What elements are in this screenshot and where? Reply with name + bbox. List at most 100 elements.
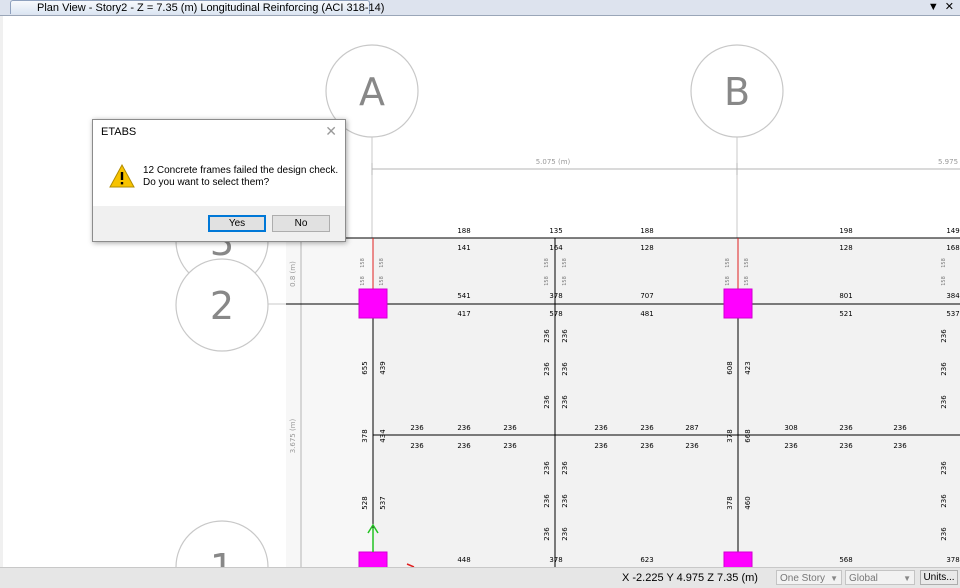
rebar-label: 236 (457, 424, 471, 432)
column[interactable] (358, 551, 388, 567)
rebar-label: 528 (361, 496, 369, 509)
svg-text:A: A (359, 70, 385, 114)
rebar-label: 578 (549, 310, 562, 318)
dimension-label: 0.8 (m) (289, 261, 297, 287)
chevron-down-icon: ▼ (903, 574, 911, 583)
rebar-label: 384 (946, 292, 960, 300)
units-button[interactable]: Units... (920, 570, 958, 585)
rebar-label: 135 (549, 227, 562, 235)
rebar-label: 236 (543, 527, 551, 541)
etabs-dialog: ETABS ✕ 12 Concrete frames failed the de… (92, 119, 346, 242)
rebar-label: 801 (839, 292, 852, 300)
rebar-label: 236 (410, 424, 424, 432)
rebar-label: 164 (549, 244, 563, 252)
rebar-label: 236 (410, 442, 424, 450)
close-icon[interactable]: ✕ (945, 1, 954, 13)
plan-drawing: A B 3 2 1 5.075 (m) (175, 44, 960, 567)
rebar-label: 158 (562, 276, 568, 286)
rebar-label: 236 (561, 329, 569, 343)
rebar-label: 434 (379, 429, 387, 443)
rebar-label: 158 (725, 276, 731, 286)
rebar-label: 448 (457, 556, 470, 564)
rebar-label: 236 (893, 442, 907, 450)
rebar-label: 236 (839, 424, 853, 432)
rebar-label: 236 (685, 442, 699, 450)
rebar-label: 236 (561, 527, 569, 541)
column[interactable] (723, 551, 753, 567)
rebar-label: 128 (839, 244, 852, 252)
dimension-label: 3.675 (m) (289, 418, 297, 453)
rebar-label: 236 (640, 424, 654, 432)
rebar-label: 236 (561, 461, 569, 475)
dialog-message: 12 Concrete frames failed the design che… (143, 165, 338, 189)
rebar-label: 460 (744, 496, 752, 509)
rebar-label: 378 (549, 556, 562, 564)
coord-system-value: Global (849, 573, 878, 584)
rebar-label: 521 (839, 310, 852, 318)
grid-bubble-2: 2 (175, 258, 269, 352)
rebar-label: 236 (784, 442, 798, 450)
cursor-coordinates: X -2.225 Y 4.975 Z 7.35 (m) (622, 572, 758, 584)
rebar-label: 158 (360, 276, 366, 286)
dialog-title: ETABS (101, 126, 137, 138)
rebar-label: 236 (640, 442, 654, 450)
story-select-value: One Story (780, 573, 826, 584)
rebar-label: 608 (726, 361, 734, 374)
triangle-down-icon[interactable]: ▼ (928, 1, 939, 13)
close-icon[interactable]: ✕ (325, 123, 337, 140)
rebar-label: 128 (640, 244, 653, 252)
dimension-label: 5.075 (m) (536, 158, 571, 166)
rebar-label: 198 (839, 227, 852, 235)
dimension-label: 5.975 (938, 158, 958, 166)
rebar-label: 236 (543, 494, 551, 508)
rebar-label: 236 (503, 442, 517, 450)
rebar-label: 541 (457, 292, 470, 300)
rebar-label: 188 (640, 227, 653, 235)
rebar-label: 378 (946, 556, 959, 564)
status-bar: X -2.225 Y 4.975 Z 7.35 (m) One Story ▼ G… (0, 567, 960, 588)
no-button[interactable]: No (272, 215, 330, 232)
rebar-label: 655 (361, 361, 369, 374)
window-titlebar: Plan View - Story2 - Z = 7.35 (m) Longit… (0, 0, 960, 16)
rebar-label: 158 (544, 258, 550, 268)
rebar-label: 378 (726, 496, 734, 509)
rebar-label: 158 (744, 258, 750, 268)
rebar-label: 158 (941, 276, 947, 286)
rebar-label: 236 (543, 329, 551, 343)
column[interactable] (723, 288, 753, 319)
rebar-label: 481 (640, 310, 653, 318)
rebar-label: 308 (784, 424, 797, 432)
grid-bubble-B: B (690, 44, 784, 138)
rebar-label: 236 (893, 424, 907, 432)
rebar-label: 439 (379, 361, 387, 374)
rebar-label: 378 (361, 429, 369, 442)
rebar-label: 236 (940, 527, 948, 541)
slab-panel (286, 238, 373, 567)
rebar-label: 236 (940, 494, 948, 508)
rebar-label: 236 (543, 461, 551, 475)
rebar-label: 236 (940, 461, 948, 475)
dialog-message-line: 12 Concrete frames failed the design che… (143, 165, 339, 176)
coord-system-select[interactable]: Global ▼ (845, 570, 915, 585)
rebar-label: 141 (457, 244, 470, 252)
rebar-label: 236 (561, 494, 569, 508)
rebar-label: 236 (503, 424, 517, 432)
story-select[interactable]: One Story ▼ (776, 570, 842, 585)
rebar-label: 158 (544, 276, 550, 286)
rebar-label: 188 (457, 227, 470, 235)
slab-panel (373, 238, 960, 567)
rebar-label: 707 (640, 292, 653, 300)
rebar-label: 378 (726, 429, 734, 442)
yes-button[interactable]: Yes (208, 215, 266, 232)
rebar-label: 236 (940, 329, 948, 343)
rebar-label: 236 (594, 442, 608, 450)
rebar-label: 236 (839, 442, 853, 450)
column[interactable] (358, 288, 388, 319)
plan-canvas[interactable]: A B 3 2 1 5.075 (m) (3, 16, 960, 567)
rebar-label: 236 (543, 362, 551, 376)
plan-view-tab[interactable]: Plan View - Story2 - Z = 7.35 (m) Longit… (10, 0, 384, 14)
rebar-label: 158 (379, 276, 385, 286)
svg-text:2: 2 (210, 284, 234, 328)
rebar-label: 236 (543, 395, 551, 409)
dialog-message-line: Do you want to select them? (143, 177, 270, 188)
